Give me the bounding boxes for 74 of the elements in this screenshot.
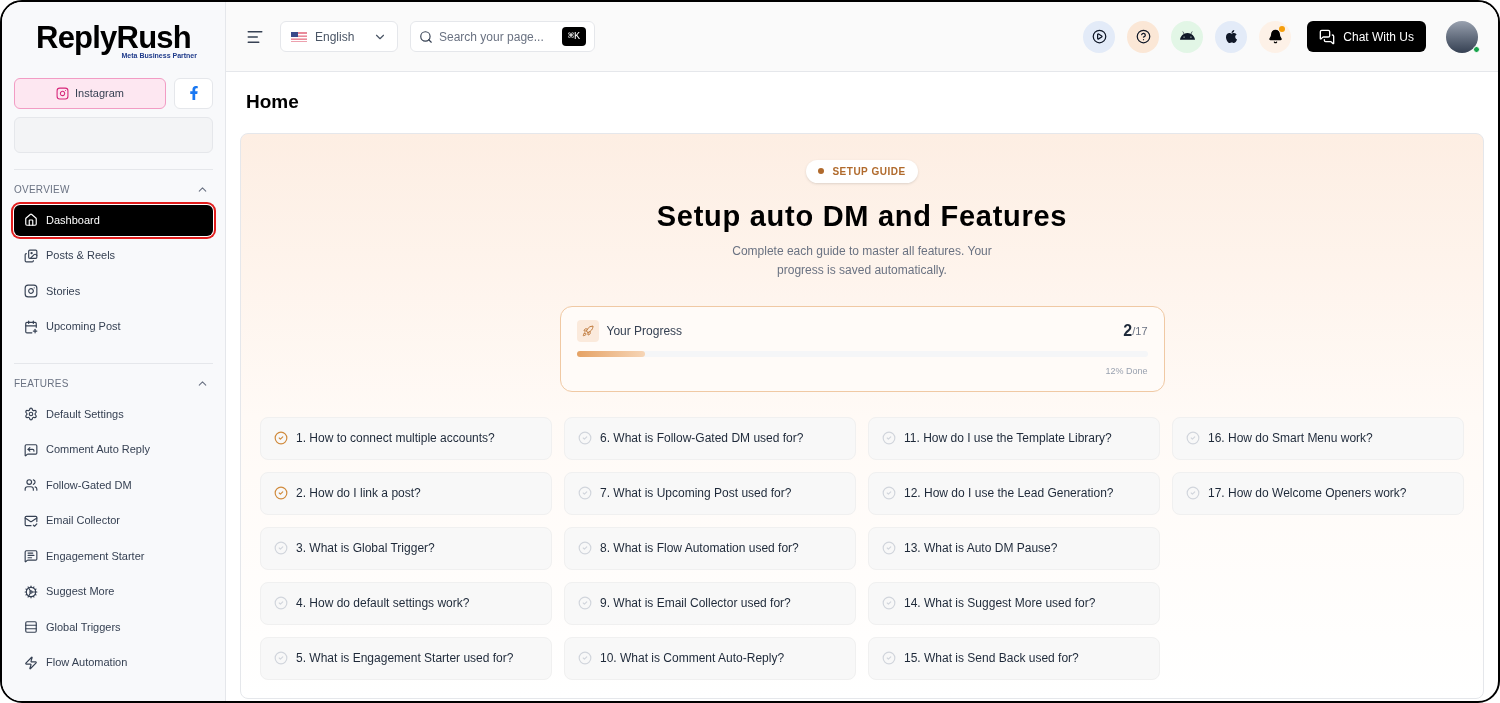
guide-item[interactable]: 1. How to connect multiple accounts? bbox=[260, 416, 552, 460]
sidebar-item[interactable]: Follow-Gated DM bbox=[14, 469, 213, 501]
gear-icon bbox=[24, 407, 38, 421]
section-heading: OVERVIEW bbox=[14, 182, 70, 197]
bell-icon bbox=[1267, 29, 1283, 44]
rows-icon bbox=[24, 620, 38, 634]
guide-item[interactable]: 4. How do default settings work? bbox=[260, 581, 552, 625]
play-icon bbox=[1091, 29, 1107, 44]
play-button[interactable] bbox=[1083, 20, 1116, 53]
chat-bubble-icon bbox=[24, 442, 38, 457]
search-icon bbox=[419, 29, 433, 44]
guide-item[interactable]: 5. What is Engagement Starter used for? bbox=[260, 636, 552, 680]
progress-reading: 12% Done bbox=[1105, 365, 1148, 378]
guide-item[interactable]: 7. What is Upcoming Post used for? bbox=[564, 471, 856, 515]
sidebar-item[interactable]: Upcoming Post bbox=[14, 311, 213, 342]
guide-item[interactable]: 10. What is Comment Auto-Reply? bbox=[564, 636, 856, 680]
us-flag-icon bbox=[291, 31, 307, 42]
help-button[interactable] bbox=[1127, 20, 1160, 53]
sidebar-item[interactable]: Engagement Starter bbox=[14, 540, 213, 572]
user-avatar[interactable] bbox=[1446, 20, 1478, 53]
facebook-tab[interactable] bbox=[174, 77, 213, 109]
search-input[interactable]: Search your page... bbox=[439, 27, 556, 46]
language-select[interactable]: English bbox=[280, 21, 398, 52]
notifications-button[interactable] bbox=[1259, 20, 1292, 53]
sidebar-item[interactable]: Suggest More bbox=[14, 576, 213, 607]
home-icon bbox=[24, 213, 38, 227]
page-title: Home bbox=[245, 90, 300, 114]
android-button[interactable] bbox=[1171, 20, 1204, 53]
guide-item[interactable]: 12. How do I use the Lead Generation? bbox=[868, 471, 1160, 515]
guide-item[interactable]: 14. What is Suggest More used for? bbox=[868, 581, 1160, 625]
instagram-icon bbox=[56, 86, 70, 100]
apple-icon bbox=[1223, 29, 1239, 44]
setup-guide-badge: SETUP GUIDE bbox=[806, 159, 918, 183]
guide-subtitle: Complete each guide to master all features. Your progress is saved automatically. bbox=[731, 243, 993, 279]
sidebar-item[interactable]: Posts & Reels bbox=[14, 240, 213, 271]
shortcut-key: ⌘K bbox=[561, 27, 586, 46]
search-field[interactable]: Search your page... ⌘K bbox=[410, 21, 595, 52]
guide-item[interactable]: 11. How do I use the Template Library? bbox=[868, 416, 1160, 460]
sidebar-item[interactable]: Email Collector bbox=[14, 505, 213, 536]
guide-item[interactable]: 16. How do Smart Menu work? bbox=[1172, 416, 1464, 460]
progress-total: /17 bbox=[1132, 323, 1148, 339]
mail-icon bbox=[24, 513, 38, 528]
sidebar-item[interactable]: Stories bbox=[14, 275, 213, 307]
guide-item[interactable]: 17. How do Welcome Openers work? bbox=[1172, 471, 1464, 515]
brand-logo: ReplyRush bbox=[36, 22, 191, 53]
sidebar-item[interactable]: Default Settings bbox=[14, 398, 213, 430]
section-heading: FEATURES bbox=[14, 376, 69, 391]
guide-item[interactable]: 15. What is Send Back used for? bbox=[868, 636, 1160, 680]
rocket-icon bbox=[576, 320, 599, 342]
chat-bubbles-icon bbox=[1319, 28, 1336, 45]
guide-item[interactable]: 3. What is Global Trigger? bbox=[260, 526, 552, 570]
calendar-plus-icon bbox=[24, 319, 38, 334]
guide-item[interactable]: 8. What is Flow Automation used for? bbox=[564, 526, 856, 570]
progress-count: 2 bbox=[1123, 321, 1133, 341]
message-icon bbox=[24, 549, 38, 563]
images-icon bbox=[24, 248, 38, 263]
cog-icon bbox=[24, 584, 38, 599]
chat-button[interactable]: Chat With Us bbox=[1307, 21, 1426, 52]
instagram-tab[interactable]: Instagram bbox=[14, 77, 166, 109]
people-icon bbox=[24, 478, 38, 492]
guide-item[interactable]: 2. How do I link a post? bbox=[260, 471, 552, 515]
sidebar-item[interactable]: Global Triggers bbox=[14, 611, 213, 643]
help-icon bbox=[1135, 29, 1151, 44]
sidebar-item[interactable]: Dashboard bbox=[14, 204, 213, 236]
guide-title: Setup auto DM and Features bbox=[656, 198, 1068, 234]
lightning-icon bbox=[24, 655, 38, 670]
guide-item[interactable]: 6. What is Follow-Gated DM used for? bbox=[564, 416, 856, 460]
apple-button[interactable] bbox=[1215, 20, 1248, 53]
sidebar-item[interactable]: Comment Auto Reply bbox=[14, 434, 213, 465]
guide-item[interactable]: 9. What is Email Collector used for? bbox=[564, 581, 856, 625]
camera-icon bbox=[24, 284, 38, 298]
guide-item[interactable]: 13. What is Auto DM Pause? bbox=[868, 526, 1160, 570]
sidebar-item[interactable]: Flow Automation bbox=[14, 647, 213, 678]
progress-label: Your Progress bbox=[606, 323, 684, 340]
